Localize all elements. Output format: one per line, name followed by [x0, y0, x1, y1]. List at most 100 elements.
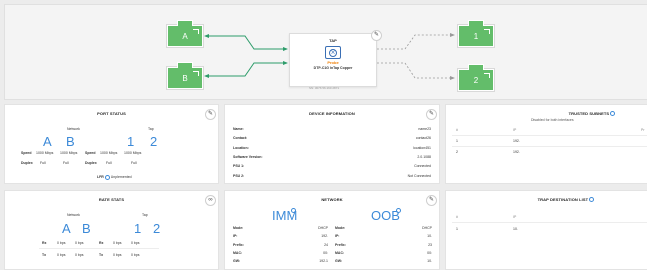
tx-2: 0 bps: [131, 253, 140, 257]
port-b[interactable]: B: [167, 62, 203, 89]
duplex-label: Duplex: [85, 161, 97, 165]
col-ip: IP: [513, 128, 517, 132]
trap-row-1-ip: 10.: [513, 227, 518, 231]
network-port-a: A: [43, 134, 52, 149]
device-info-value: Connected: [414, 164, 431, 169]
speed-1: 1000 Mbps: [100, 151, 118, 155]
tx-label: Tx: [42, 253, 47, 257]
edit-tap-icon[interactable]: ✎: [371, 30, 382, 41]
port-1[interactable]: 1: [458, 20, 494, 47]
trap-row-1-num: 1: [456, 227, 458, 231]
port-label: A: [182, 31, 188, 41]
panel-title: TRAP DESTINATION LIST: [537, 197, 589, 202]
imm-value: 192.: [321, 234, 328, 239]
trusted-subnets-panel: TRUSTED SUBNETS Disabled for both interf…: [445, 104, 647, 184]
tap-model: DTP-C1G InTap Copper: [313, 66, 353, 70]
imm-label: Prefix:: [233, 242, 244, 247]
speed-b: 1000 Mbps: [60, 151, 78, 155]
rx-label: Rx: [99, 241, 104, 245]
port-label: B: [182, 73, 188, 83]
trap-destination-panel: TRAP DESTINATION LIST # IP 1 10.: [445, 190, 647, 270]
oob-value: 10.: [427, 259, 432, 264]
rx-a: 0 bps: [57, 241, 66, 245]
port-a[interactable]: A: [167, 20, 203, 47]
subnet-row-1-ip: 192.: [513, 139, 520, 143]
edit-port-status-icon[interactable]: ✎: [205, 109, 216, 120]
tap-title: TAP: [329, 38, 337, 43]
imm-value: 192.1: [319, 259, 328, 264]
oob-label: MAC:: [335, 250, 345, 255]
device-info-value: 2.0.1088: [417, 154, 431, 159]
col-ip: IP: [513, 215, 517, 219]
speed-a: 1000 Mbps: [36, 151, 54, 155]
tap-serial: SN: 3076 56.160 2871: [309, 86, 340, 90]
network-port-b: B: [66, 134, 75, 149]
panel-title: DEVICE INFORMATION: [309, 111, 355, 116]
network-label: Network: [67, 127, 80, 131]
device-info-value: name23: [418, 127, 431, 131]
panel-title: RATE STATS: [98, 197, 125, 202]
device-info-label: Name:: [233, 127, 244, 131]
oob-value: DHCP: [422, 226, 432, 230]
network-port-a: A: [62, 221, 71, 236]
panel-title: TRUSTED SUBNETS: [568, 111, 610, 116]
imm-label: GW:: [233, 259, 241, 264]
duplex-a: Full: [40, 161, 46, 165]
probe-label: Probe: [327, 60, 339, 65]
duplex-2: Full: [131, 161, 137, 165]
port-label: 2: [473, 75, 479, 85]
imm-label: Mode:: [233, 226, 244, 230]
port-label: 1: [473, 31, 479, 41]
oob-value: 10.: [427, 234, 432, 239]
info-icon[interactable]: [291, 208, 296, 213]
info-icon[interactable]: [589, 197, 595, 202]
imm-value: 00:: [323, 250, 328, 255]
device-info-label: Software Version:: [233, 154, 263, 159]
device-info-panel: DEVICE INFORMATION ✎ Name: name23 Contact:…: [224, 104, 440, 184]
imm-label: IP:: [233, 234, 238, 239]
tap-port-2: 2: [150, 134, 158, 149]
edit-device-info-icon[interactable]: ✎: [426, 109, 437, 120]
topology-view: A B 1 2 TAP ⨯ Probe DTP-C1G InTap Copper…: [4, 4, 647, 100]
info-icon[interactable]: [104, 175, 110, 180]
rx-label: Rx: [42, 241, 47, 245]
info-icon[interactable]: [610, 111, 616, 116]
subnet-row-2-num: 2: [456, 150, 458, 154]
tx-label: Tx: [99, 253, 104, 257]
device-info-value: location451: [413, 145, 431, 150]
device-info-label: Location:: [233, 145, 249, 150]
trusted-subnets-subtitle: Disabled for both interfaces: [531, 118, 574, 122]
col-prefix: Pr: [641, 128, 645, 132]
subnet-row-1-num: 1: [456, 139, 458, 143]
tap-port-1: 1: [134, 221, 142, 236]
imm-label: MAC:: [233, 250, 243, 255]
oob-label: IP:: [335, 234, 340, 239]
lfr-label: LFR: [97, 175, 104, 179]
device-info-value: Not Connected: [407, 173, 431, 178]
edit-network-icon[interactable]: ✎: [426, 195, 437, 206]
link-icon[interactable]: ∞: [205, 195, 216, 206]
network-label: Network: [67, 213, 80, 217]
port-status-panel: PORT STATUS ✎ Network Tap A B 1 2 Speed …: [4, 104, 219, 184]
speed-label: Speed: [21, 151, 32, 155]
device-info-label: Contact:: [233, 136, 248, 141]
info-icon[interactable]: [396, 208, 401, 213]
oob-value: 23: [428, 242, 432, 247]
imm-value: 24: [324, 242, 328, 247]
tap-port-2: 2: [153, 221, 161, 236]
port-2[interactable]: 2: [458, 64, 494, 91]
network-port-b: B: [82, 221, 91, 236]
device-info-label: PSU 1:: [233, 164, 245, 169]
subnet-row-2-ip: 192.: [513, 150, 520, 154]
imm-value: DHCP: [318, 226, 328, 230]
tap-port-1: 1: [127, 134, 135, 149]
oob-value: 00:: [427, 250, 432, 255]
panel-title: PORT STATUS: [97, 111, 126, 116]
speed-2: 1000 Mbps: [124, 151, 142, 155]
tx-1: 0 bps: [113, 253, 122, 257]
tap-device-card[interactable]: TAP ⨯ Probe DTP-C1G InTap Copper: [289, 33, 377, 87]
tx-a: 0 bps: [57, 253, 66, 257]
oob-label: Prefix:: [335, 242, 346, 247]
oob-label: GW:: [335, 259, 343, 264]
tap-label: Tap: [148, 127, 154, 131]
